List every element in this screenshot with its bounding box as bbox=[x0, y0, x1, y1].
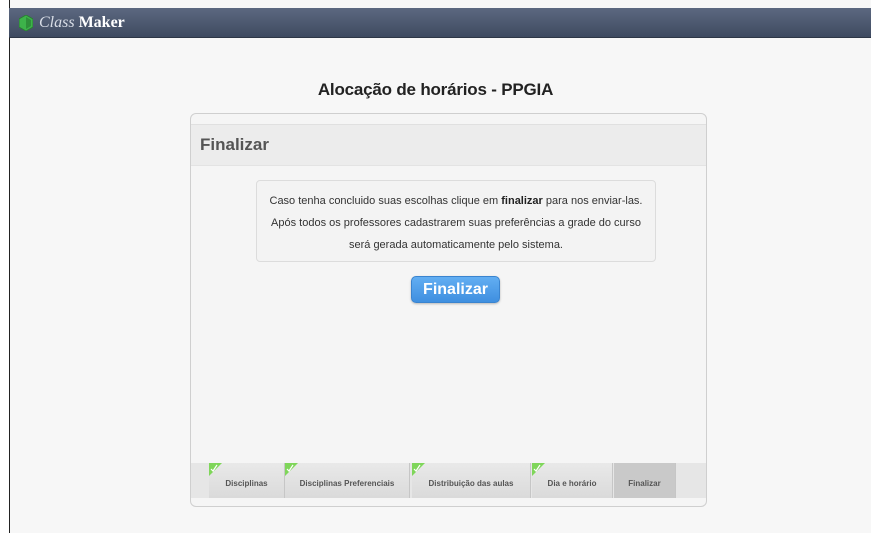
step-disciplinas[interactable]: Disciplinas bbox=[209, 463, 285, 498]
brand-light-text: Class bbox=[39, 13, 75, 31]
check-icon bbox=[209, 463, 222, 476]
check-icon bbox=[412, 463, 425, 476]
step-label: Disciplinas bbox=[225, 479, 268, 488]
step-label: Distribuição das aulas bbox=[428, 479, 514, 488]
page-title: Alocação de horários - PPGIA bbox=[317, 80, 554, 99]
wizard-card: Finalizar Caso tenha concluido suas esco… bbox=[190, 113, 707, 507]
hexagon-logo-icon[interactable] bbox=[19, 14, 33, 31]
step-distribuicao-aulas[interactable]: Distribuição das aulas bbox=[412, 463, 531, 498]
brand-bold-text: Maker bbox=[78, 13, 125, 31]
app-brand[interactable]: Class Maker bbox=[39, 14, 125, 32]
check-icon bbox=[532, 463, 545, 476]
card-header: Finalizar bbox=[191, 124, 706, 166]
step-disciplinas-preferenciais[interactable]: Disciplinas Preferenciais bbox=[285, 463, 410, 498]
step-label: Finalizar bbox=[628, 479, 661, 488]
card-title: Finalizar bbox=[200, 135, 269, 154]
step-label: Dia e horário bbox=[547, 479, 597, 488]
info-message: Caso tenha concluido suas escolhas cliqu… bbox=[256, 180, 656, 262]
step-label: Disciplinas Preferenciais bbox=[299, 479, 395, 488]
step-finalizar[interactable]: Finalizar bbox=[614, 463, 676, 498]
finalize-button[interactable]: Finalizar bbox=[411, 276, 500, 303]
check-icon bbox=[285, 463, 298, 476]
step-dia-horario[interactable]: Dia e horário bbox=[532, 463, 613, 498]
message-text-bold: finalizar bbox=[501, 195, 543, 207]
message-text-before: Caso tenha concluido suas escolhas cliqu… bbox=[269, 195, 502, 207]
top-navbar: Class Maker bbox=[9, 8, 871, 38]
wizard-steps: Disciplinas Disciplinas Preferenciais Di… bbox=[191, 463, 706, 498]
